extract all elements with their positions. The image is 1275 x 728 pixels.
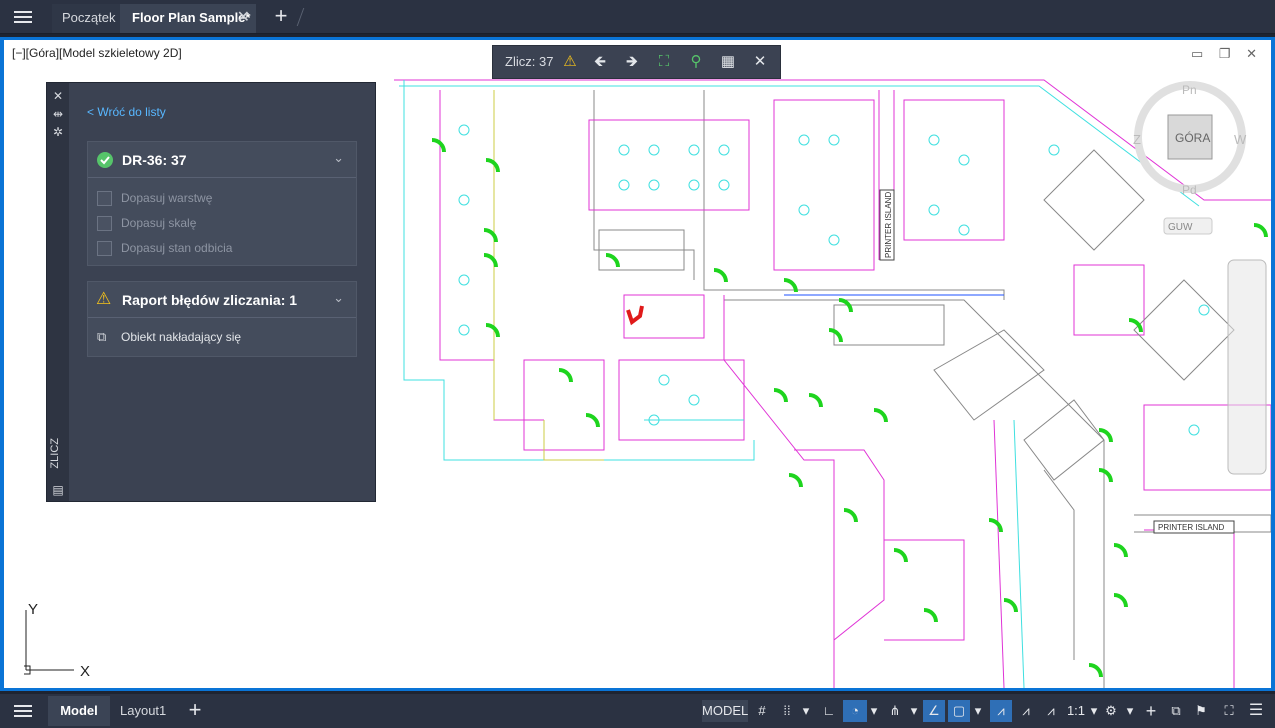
checkbox[interactable] bbox=[97, 216, 112, 231]
grid-icon[interactable]: # bbox=[752, 700, 772, 722]
close-tab-icon[interactable]: ✕ bbox=[237, 4, 250, 31]
table-icon[interactable]: ▦ bbox=[717, 52, 739, 72]
warning-icon[interactable]: ⚠ bbox=[559, 52, 581, 72]
count-group-card: DR-36: 37 ⌄ Dopasuj warstwę Dopasuj skal… bbox=[87, 141, 357, 266]
match-layer-label: Dopasuj warstwę bbox=[121, 191, 213, 205]
arrow-right-icon[interactable]: 🡺 bbox=[621, 52, 643, 72]
close-palette-icon[interactable]: ✕ bbox=[51, 89, 65, 103]
chevron-down-icon[interactable]: ▾ bbox=[908, 700, 920, 722]
count-group-header[interactable]: DR-36: 37 ⌄ bbox=[88, 142, 356, 178]
match-mirror-option[interactable]: Dopasuj stan odbicia bbox=[88, 236, 356, 261]
error-report-card: ⚠ Raport błędów zliczania: 1 ⌄ ⧉ Obiekt … bbox=[87, 281, 357, 357]
tab-start-label: Początek bbox=[62, 10, 116, 25]
overlapping-object-item[interactable]: ⧉ Obiekt nakładający się bbox=[88, 318, 356, 356]
title-bar: Początek Floor Plan Sample* ✕ + bbox=[0, 0, 1275, 34]
find-icon[interactable]: ⚲ bbox=[685, 52, 707, 72]
checkbox[interactable] bbox=[97, 241, 112, 256]
chevron-down-icon[interactable]: ▾ bbox=[1124, 700, 1136, 722]
auto-scale-icon[interactable]: ⩘ bbox=[1015, 700, 1037, 722]
tab-separator bbox=[296, 8, 305, 26]
ortho-icon[interactable]: ∟ bbox=[818, 700, 840, 722]
layout-menu-icon[interactable] bbox=[10, 702, 36, 720]
viewcube-north[interactable]: Pn bbox=[1182, 83, 1197, 97]
tab-floor-plan-label: Floor Plan Sample* bbox=[132, 10, 251, 25]
chevron-down-icon[interactable]: ▾ bbox=[868, 700, 880, 722]
properties-icon[interactable]: ✲ bbox=[51, 125, 65, 139]
polar-tracking-icon[interactable]: ◔ bbox=[843, 700, 867, 722]
tab-model[interactable]: Model bbox=[48, 696, 110, 726]
match-layer-option[interactable]: Dopasuj warstwę bbox=[88, 186, 356, 211]
viewcube-east[interactable]: Z bbox=[1133, 132, 1141, 147]
chevron-down-icon[interactable]: ⌄ bbox=[333, 150, 344, 166]
chevron-down-icon[interactable]: ⌄ bbox=[333, 290, 344, 306]
viewcube-west[interactable]: W bbox=[1234, 132, 1247, 147]
isolate-objects-icon[interactable]: ⧉ bbox=[1165, 700, 1187, 722]
back-to-list-link[interactable]: < Wróć do listy bbox=[87, 105, 166, 119]
error-report-header[interactable]: ⚠ Raport błędów zliczania: 1 ⌄ bbox=[88, 282, 356, 318]
close-icon[interactable]: ✕ bbox=[749, 52, 771, 72]
count-palette: ✕ ⇹ ✲ ZLICZ ▤ < Wróć do listy DR-36: 37 … bbox=[46, 82, 376, 502]
annotation-visibility-icon[interactable]: ⩘ bbox=[990, 700, 1012, 722]
viewcube-south[interactable]: Pd bbox=[1182, 183, 1197, 197]
count-toolbar: Zlicz: 37 ⚠ 🡸 🡺 ⛶ ⚲ ▦ ✕ bbox=[492, 45, 781, 79]
status-bar: Model Layout1 + MODEL # ⁞⁞ ▾ ∟ ◔ ▾ ⋔ ▾ ∠… bbox=[0, 694, 1275, 728]
new-layout-button[interactable]: + bbox=[184, 698, 206, 722]
tab-layout1[interactable]: Layout1 bbox=[120, 696, 166, 726]
ucs-x-label: X bbox=[80, 663, 90, 680]
tab-start[interactable]: Początek bbox=[52, 4, 126, 33]
app-menu-icon[interactable] bbox=[10, 8, 36, 26]
palette-title: ZLICZ bbox=[49, 438, 61, 469]
viewcube-face-label: GÓRA bbox=[1175, 130, 1210, 145]
overlapping-object-label: Obiekt nakładający się bbox=[121, 330, 242, 344]
overlap-icon: ⧉ bbox=[97, 329, 107, 344]
ucs-y-label: Y bbox=[28, 601, 38, 618]
ucs-icon: Y X bbox=[24, 601, 90, 680]
navigation-bar[interactable] bbox=[1227, 259, 1267, 475]
match-scale-option[interactable]: Dopasuj skalę bbox=[88, 211, 356, 236]
error-report-title: Raport błędów zliczania: 1 bbox=[122, 292, 298, 308]
object-snap-icon[interactable]: ▢ bbox=[948, 700, 970, 722]
printer-island-label: PRINTER ISLAND bbox=[1158, 523, 1224, 532]
autohide-icon[interactable]: ⇹ bbox=[51, 107, 65, 121]
checkbox[interactable] bbox=[97, 191, 112, 206]
chevron-down-icon[interactable]: ▾ bbox=[1088, 700, 1100, 722]
count-label: Zlicz: 37 bbox=[505, 54, 554, 69]
zoom-extents-icon[interactable]: ⛶ bbox=[653, 52, 675, 72]
model-space-button[interactable]: MODEL bbox=[702, 700, 748, 722]
palette-titlebar[interactable]: ✕ ⇹ ✲ ZLICZ ▤ bbox=[47, 83, 69, 501]
performance-icon[interactable]: ⚑ bbox=[1190, 700, 1212, 722]
match-scale-label: Dopasuj skalę bbox=[121, 216, 197, 230]
drawing-canvas[interactable]: [−][Góra][Model szkieletowy 2D] ▭ ❐ ✕ PR… bbox=[4, 40, 1271, 688]
workspace-gear-icon[interactable]: ⚙ bbox=[1100, 700, 1122, 722]
ucs-menu-label[interactable]: GUW bbox=[1168, 222, 1193, 233]
chevron-down-icon[interactable]: ▾ bbox=[800, 700, 812, 722]
add-icon[interactable]: + bbox=[1140, 700, 1162, 722]
match-mirror-label: Dopasuj stan odbicia bbox=[121, 241, 233, 255]
object-snap-tracking-icon[interactable]: ∠ bbox=[923, 700, 945, 722]
isometric-icon[interactable]: ⋔ bbox=[884, 700, 906, 722]
arrow-left-icon[interactable]: 🡸 bbox=[589, 52, 611, 72]
scale-selector[interactable]: 1:1 bbox=[1064, 700, 1088, 722]
count-group-title: DR-36: 37 bbox=[122, 152, 187, 168]
printer-island-label-vertical: PRINTER ISLAND bbox=[884, 192, 893, 258]
tab-floor-plan[interactable]: Floor Plan Sample* ✕ bbox=[120, 4, 256, 33]
count-palette-icon: ▤ bbox=[52, 483, 64, 497]
chevron-down-icon[interactable]: ▾ bbox=[972, 700, 984, 722]
check-icon bbox=[97, 152, 113, 168]
customization-menu-icon[interactable]: ☰ bbox=[1244, 700, 1268, 722]
annotation-scale-icon[interactable]: ⩘ bbox=[1040, 700, 1062, 722]
drawing-viewport: [−][Góra][Model szkieletowy 2D] ▭ ❐ ✕ PR… bbox=[0, 37, 1275, 691]
count-value: 37 bbox=[538, 54, 554, 69]
snap-icon[interactable]: ⁞⁞ bbox=[776, 700, 798, 722]
new-tab-button[interactable]: + bbox=[270, 4, 292, 28]
clean-screen-icon[interactable]: ⛶ bbox=[1218, 700, 1240, 722]
warning-icon: ⚠ bbox=[96, 289, 112, 308]
